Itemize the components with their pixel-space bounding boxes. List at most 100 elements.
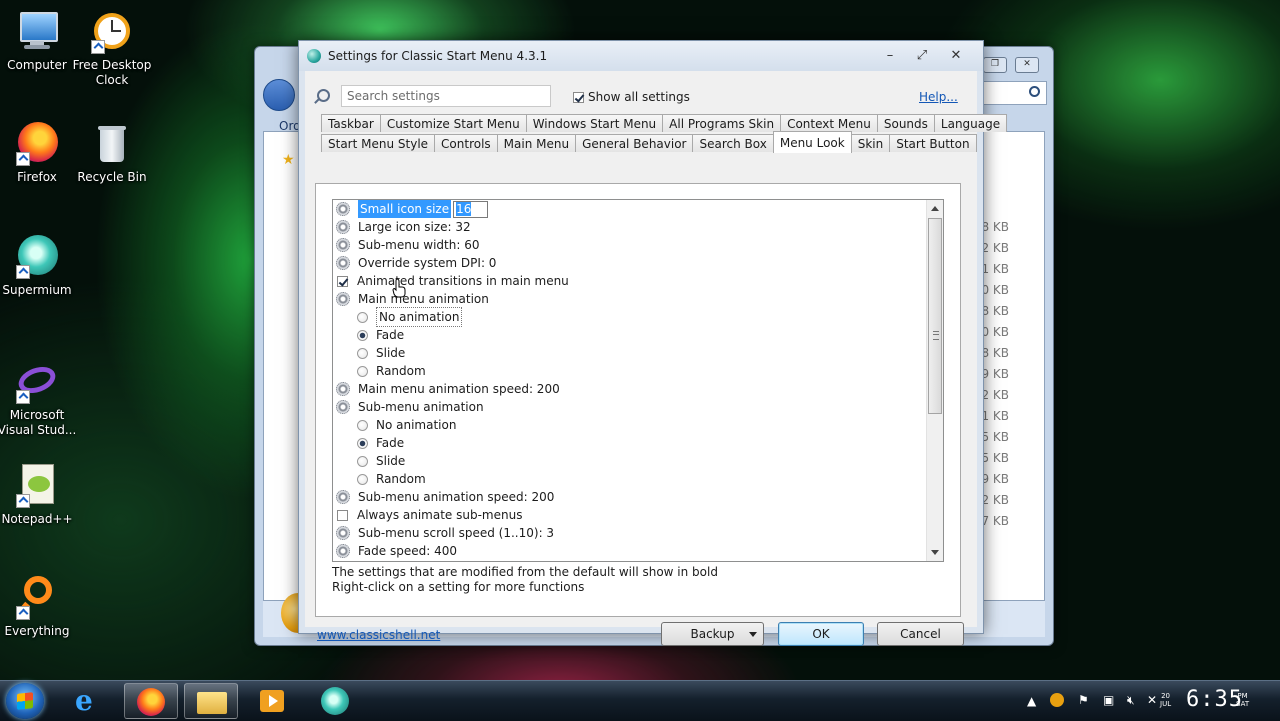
radio-button[interactable]: [357, 311, 368, 323]
setting-row[interactable]: No animation: [333, 416, 927, 434]
back-arrow-icon[interactable]: [263, 79, 295, 111]
radio-button[interactable]: [357, 365, 368, 377]
desktop-icon-computer[interactable]: Computer: [0, 8, 79, 73]
setting-row[interactable]: Main menu animation: [333, 290, 927, 308]
show-hidden-icons-arrow[interactable]: ▲: [1027, 694, 1036, 708]
clock-time[interactable]: 6:35: [1186, 687, 1243, 712]
setting-row[interactable]: Random: [333, 470, 927, 488]
taskbar-media-player[interactable]: [246, 683, 300, 719]
setting-row[interactable]: Sub-menu scroll speed (1..10): 3: [333, 524, 927, 542]
checkbox[interactable]: [337, 509, 348, 521]
tab-menu-look[interactable]: Menu Look: [772, 131, 852, 153]
close-notification-icon[interactable]: ✕: [1147, 693, 1157, 707]
radio-button[interactable]: [357, 419, 368, 431]
setting-row[interactable]: No animation: [333, 307, 927, 327]
tray-app-icon[interactable]: [1050, 693, 1064, 707]
setting-label: No animation: [376, 307, 463, 327]
radio-button[interactable]: [357, 455, 368, 467]
desktop-icon-supermium[interactable]: Supermium: [0, 233, 79, 298]
icon-size-value-input[interactable]: 16: [453, 200, 489, 218]
tab-context-menu[interactable]: Context Menu: [780, 114, 878, 132]
tab-start-menu-style[interactable]: Start Menu Style: [321, 134, 436, 152]
checkbox[interactable]: [337, 275, 348, 287]
tab-main-menu[interactable]: Main Menu: [496, 134, 577, 152]
desktop-icon-firefox[interactable]: Firefox: [0, 120, 79, 185]
desktop-icon-label: Everything: [4, 624, 70, 638]
tab-windows-start-menu[interactable]: Windows Start Menu: [525, 114, 664, 132]
radio-button[interactable]: [357, 437, 368, 449]
setting-row[interactable]: Large icon size: 32: [333, 218, 927, 236]
setting-row[interactable]: Always animate sub-menus: [333, 506, 927, 524]
radio-button[interactable]: [357, 329, 368, 341]
show-all-settings-label: Show all settings: [588, 90, 690, 104]
taskbar-supermium[interactable]: [308, 683, 362, 719]
tab-row-1: Taskbar Customize Start Menu Windows Sta…: [321, 114, 1008, 132]
close-icon[interactable]: ✕: [945, 47, 967, 65]
tab-all-programs-skin[interactable]: All Programs Skin: [662, 114, 782, 132]
volume-muted-icon[interactable]: 🔇︎: [1127, 693, 1135, 708]
setting-row[interactable]: Random: [333, 362, 927, 380]
taskbar-file-explorer[interactable]: [184, 683, 238, 719]
clock-day: SAT: [1236, 700, 1250, 708]
show-all-settings-checkbox[interactable]: Show all settings: [573, 90, 690, 104]
desktop-icon-everything[interactable]: Everything: [0, 574, 79, 639]
cancel-button[interactable]: Cancel: [877, 622, 964, 646]
network-icon[interactable]: ▣: [1103, 693, 1114, 707]
radio-button[interactable]: [357, 347, 368, 359]
clock-ampm-day[interactable]: PM SAT: [1236, 692, 1249, 708]
action-center-flag-icon[interactable]: ⚑: [1078, 693, 1089, 707]
classic-shell-website-link[interactable]: www.classicshell.net: [317, 628, 440, 642]
tab-sounds[interactable]: Sounds: [876, 114, 935, 132]
search-settings-input[interactable]: [341, 85, 551, 107]
settings-gear-icon: [336, 220, 350, 234]
tab-general-behavior[interactable]: General Behavior: [575, 134, 694, 152]
dialog-titlebar[interactable]: Settings for Classic Start Menu 4.3.1 – …: [299, 41, 983, 71]
setting-row[interactable]: Override system DPI: 0: [333, 254, 927, 272]
setting-label: Sub-menu animation speed: 200: [358, 490, 555, 504]
scrollbar-thumb[interactable]: [928, 218, 942, 414]
setting-row[interactable]: Animated transitions in main menu: [333, 272, 927, 290]
restore-icon[interactable]: ❐: [983, 57, 1007, 73]
tab-customize-start-menu[interactable]: Customize Start Menu: [379, 114, 527, 132]
setting-row[interactable]: Small icon size 16: [333, 200, 927, 218]
backup-button[interactable]: Backup: [661, 622, 764, 646]
tab-taskbar[interactable]: Taskbar: [321, 114, 381, 132]
desktop-icon-visual-studio[interactable]: Microsoft Visual Stud...: [0, 358, 79, 438]
taskbar-firefox[interactable]: [124, 683, 178, 719]
setting-row[interactable]: Slide: [333, 452, 927, 470]
setting-row[interactable]: Sub-menu animation: [333, 398, 927, 416]
maximize-icon[interactable]: ⤢: [911, 47, 933, 65]
help-link[interactable]: Help...: [919, 90, 958, 104]
checkbox[interactable]: [573, 91, 584, 103]
tab-language[interactable]: Language: [933, 114, 1008, 132]
close-icon[interactable]: ✕: [1015, 57, 1039, 73]
radio-button[interactable]: [357, 473, 368, 485]
scroll-up-arrow-icon[interactable]: [931, 206, 939, 211]
tab-search-box[interactable]: Search Box: [692, 134, 774, 152]
settings-scrollbar[interactable]: [926, 200, 943, 561]
setting-row[interactable]: Fade: [333, 326, 927, 344]
setting-row[interactable]: Slide: [333, 344, 927, 362]
clock-date[interactable]: 20 JUL: [1160, 692, 1171, 708]
setting-label: Override system DPI: 0: [358, 256, 497, 270]
taskbar-internet-explorer[interactable]: e: [62, 683, 116, 719]
minimize-icon[interactable]: –: [879, 47, 901, 65]
start-button[interactable]: [6, 683, 44, 719]
setting-row[interactable]: Fade speed: 400: [333, 542, 927, 560]
tab-skin[interactable]: Skin: [850, 134, 891, 152]
ok-button[interactable]: OK: [778, 622, 864, 646]
desktop-icon-free-desktop-clock[interactable]: Free Desktop Clock: [70, 8, 154, 88]
tab-start-button[interactable]: Start Button: [889, 134, 977, 152]
setting-row[interactable]: Sub-menu width: 60: [333, 236, 927, 254]
setting-label: Always animate sub-menus: [357, 508, 523, 522]
scroll-down-arrow-icon[interactable]: [931, 550, 939, 555]
desktop-icon-recycle-bin[interactable]: Recycle Bin: [70, 120, 154, 185]
setting-row[interactable]: Fade: [333, 434, 927, 452]
setting-row[interactable]: Sub-menu animation speed: 200: [333, 488, 927, 506]
setting-row[interactable]: Main menu animation speed: 200: [333, 380, 927, 398]
tab-controls[interactable]: Controls: [434, 134, 498, 152]
search-box[interactable]: [975, 81, 1047, 105]
desktop-icon-notepad-plus-plus[interactable]: Notepad++: [0, 462, 79, 527]
backup-button-label: Backup: [690, 627, 735, 641]
menu-look-tab-panel: Small icon size 16 Large icon size: 32 Sub-…: [315, 183, 961, 617]
